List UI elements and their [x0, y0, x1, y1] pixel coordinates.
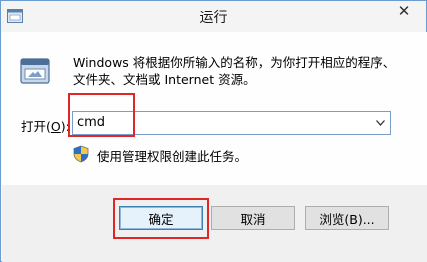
chevron-down-icon[interactable] — [372, 113, 388, 133]
dialog-content: Windows 将根据你所输入的名称，为你打开相应的程序、 文件夹、文档或 In… — [2, 32, 427, 185]
uac-shield-icon — [73, 145, 89, 163]
cancel-button[interactable]: 取消 — [211, 206, 295, 230]
description-line-2: 文件夹、文档或 Internet 资源。 — [73, 72, 256, 87]
description-line-1: Windows 将根据你所输入的名称，为你打开相应的程序、 — [73, 55, 396, 70]
dialog-description: Windows 将根据你所输入的名称，为你打开相应的程序、 文件夹、文档或 In… — [73, 54, 413, 88]
title-bar[interactable]: 运行 ✕ — [1, 1, 426, 32]
admin-note: 使用管理权限创建此任务。 — [97, 149, 248, 164]
open-label-hotkey: O — [50, 119, 61, 134]
run-app-icon — [20, 58, 50, 84]
close-icon: ✕ — [397, 2, 411, 20]
browse-button[interactable]: 浏览(B)... — [305, 206, 389, 230]
highlight-input-box — [68, 93, 135, 137]
close-button[interactable]: ✕ — [387, 1, 421, 21]
highlight-ok-box — [113, 198, 209, 239]
open-label-prefix: 打开( — [21, 119, 51, 134]
open-label: 打开(O): — [21, 116, 70, 135]
window-title: 运行 — [199, 10, 228, 26]
